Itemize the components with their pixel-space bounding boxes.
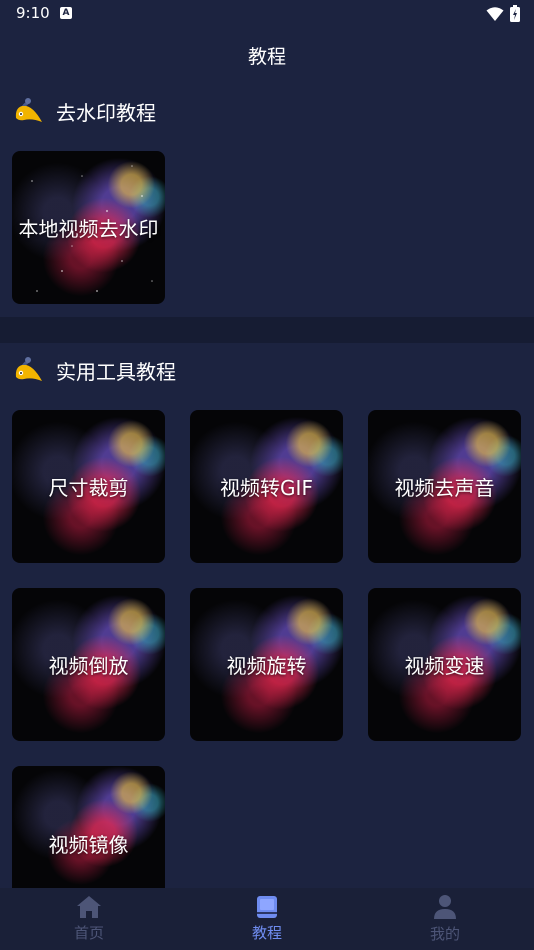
card-label: 视频倒放: [48, 654, 129, 678]
section-title: 去水印教程: [56, 100, 156, 125]
nav-label: 首页: [73, 924, 104, 942]
card-label: 视频转GIF: [220, 476, 313, 500]
card-label: 本地视频去水印: [18, 217, 159, 241]
section-header-watermark: 去水印教程: [12, 94, 156, 128]
section-divider: [0, 317, 534, 343]
tutorial-card-speed[interactable]: 视频变速: [368, 588, 521, 741]
banana-mascot-icon: [15, 357, 42, 381]
card-label: 视频镜像: [48, 832, 129, 857]
tutorial-card-crop[interactable]: 尺寸裁剪: [12, 410, 165, 563]
card-label: 视频变速: [404, 654, 485, 678]
bottom-nav: 首页 教程 我的: [0, 888, 534, 950]
status-icons: [486, 5, 520, 22]
wifi-icon: [486, 6, 504, 21]
tutorial-card-reverse[interactable]: 视频倒放: [12, 588, 165, 741]
page-title: 教程: [247, 46, 286, 68]
nav-tutorial[interactable]: 教程: [178, 888, 356, 950]
section-title: 实用工具教程: [56, 359, 176, 384]
notification-badge: A: [60, 7, 72, 19]
nav-label: 我的: [429, 925, 460, 943]
tutorial-card-to-gif[interactable]: 视频转GIF: [190, 410, 343, 563]
nav-mine[interactable]: 我的: [356, 888, 534, 950]
card-label: 尺寸裁剪: [48, 476, 129, 500]
user-icon: [434, 895, 456, 919]
book-icon: [257, 896, 277, 918]
section-header-tools: 实用工具教程: [12, 353, 176, 387]
tutorial-card-rotate[interactable]: 视频旋转: [190, 588, 343, 741]
nav-label: 教程: [251, 924, 282, 942]
tutorial-card-mirror[interactable]: 视频镜像: [12, 766, 165, 888]
tutorial-card-mute[interactable]: 视频去声音: [368, 410, 521, 563]
status-time: 9:10: [16, 4, 50, 22]
home-icon: [77, 896, 101, 918]
card-label: 视频去声音: [394, 476, 495, 500]
battery-icon: [510, 5, 520, 22]
tutorial-card-local-watermark[interactable]: 本地视频去水印: [12, 151, 165, 304]
status-bar: 9:10 A: [0, 0, 534, 28]
banana-mascot-icon: [15, 98, 42, 122]
card-label: 视频旋转: [226, 654, 307, 678]
nav-home[interactable]: 首页: [0, 888, 178, 950]
